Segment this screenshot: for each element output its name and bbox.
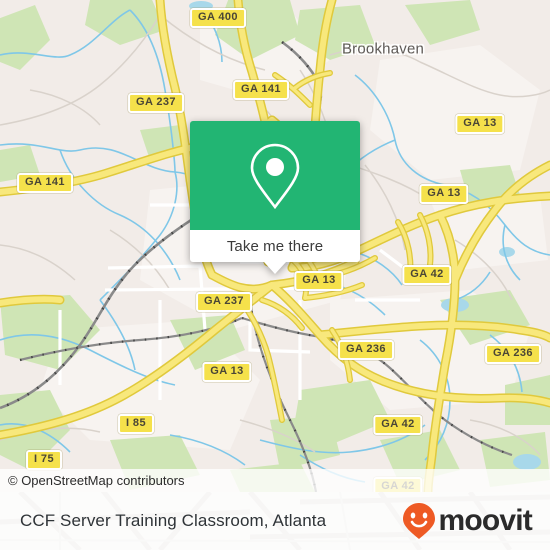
moovit-wordmark: moovit bbox=[438, 504, 532, 537]
road-shield[interactable]: I 85 bbox=[118, 414, 154, 434]
moovit-map-screenshot: Brookhaven GA 400 GA 237 GA 141 GA 13 GA… bbox=[0, 0, 550, 550]
osm-attribution[interactable]: © OpenStreetMap contributors bbox=[0, 469, 550, 492]
road-shield[interactable]: GA 236 bbox=[485, 344, 541, 364]
callout-pin-area bbox=[190, 121, 360, 230]
footer-bar: CCF Server Training Classroom, Atlanta m… bbox=[0, 492, 550, 550]
road-shield[interactable]: GA 141 bbox=[17, 173, 73, 193]
moovit-logo[interactable]: moovit bbox=[402, 492, 533, 550]
place-label-brookhaven: Brookhaven bbox=[341, 40, 425, 58]
road-shield[interactable]: GA 236 bbox=[338, 340, 394, 360]
road-shield[interactable]: GA 237 bbox=[196, 292, 252, 312]
map-pin-icon bbox=[250, 143, 300, 209]
road-shield[interactable]: GA 13 bbox=[202, 362, 252, 382]
road-shield[interactable]: GA 13 bbox=[419, 184, 469, 204]
road-shield[interactable]: GA 141 bbox=[233, 80, 289, 100]
page-title: CCF Server Training Classroom, Atlanta bbox=[20, 511, 327, 530]
road-shield[interactable]: GA 400 bbox=[190, 8, 246, 28]
road-shield[interactable]: GA 13 bbox=[455, 114, 505, 134]
road-shield[interactable]: I 75 bbox=[26, 450, 62, 470]
callout-tail bbox=[264, 262, 286, 274]
map-canvas[interactable]: Brookhaven GA 400 GA 237 GA 141 GA 13 GA… bbox=[0, 0, 550, 492]
road-shield[interactable]: GA 13 bbox=[294, 271, 344, 291]
road-shield[interactable]: GA 237 bbox=[128, 93, 184, 113]
take-me-there-button[interactable]: Take me there bbox=[190, 230, 360, 262]
road-shield[interactable]: GA 42 bbox=[373, 415, 423, 435]
road-shield[interactable]: GA 42 bbox=[402, 265, 452, 285]
moovit-smiley-pin-icon bbox=[403, 503, 436, 539]
location-callout-card[interactable]: Take me there bbox=[190, 121, 360, 274]
